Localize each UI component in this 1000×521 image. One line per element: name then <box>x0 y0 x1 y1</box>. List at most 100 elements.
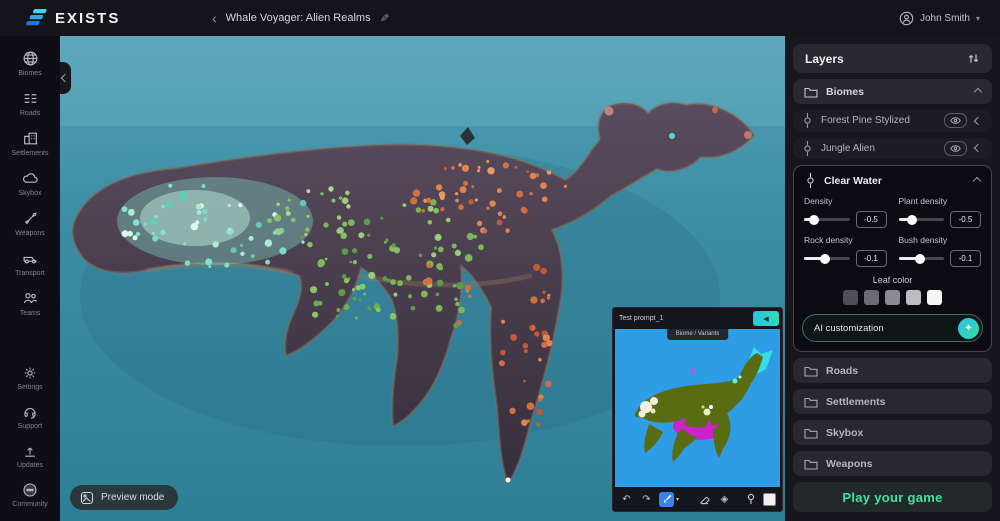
sort-icon[interactable] <box>967 52 980 65</box>
folder-icon <box>804 365 818 377</box>
ai-customization-input[interactable]: AI customization ✦ <box>802 314 983 342</box>
topbar: EXISTS ‹ Whale Voyager: Alien Realms ✎ J… <box>0 0 1000 36</box>
road-icon <box>22 90 39 107</box>
layer-expand-icon[interactable] <box>974 117 982 125</box>
leaf-color-swatch[interactable] <box>927 290 942 305</box>
layer-row-clear-water[interactable]: Clear Water <box>802 167 983 194</box>
brush-tool-button[interactable] <box>659 492 674 507</box>
active-color-swatch[interactable] <box>763 493 776 506</box>
redo-button[interactable]: ↷ <box>639 492 654 507</box>
project-title: Whale Voyager: Alien Realms <box>226 12 371 24</box>
world-viewport[interactable]: Preview mode Test prompt_1 ◀ Biome / Var… <box>60 36 785 521</box>
people-icon <box>22 290 39 307</box>
brush-icon <box>662 494 672 504</box>
leaf-color-swatch[interactable] <box>906 290 921 305</box>
section-biomes[interactable]: Biomes <box>793 79 992 104</box>
sword-icon <box>22 210 39 227</box>
density-slider[interactable] <box>804 218 850 221</box>
sidebar-item-roads[interactable]: Roads <box>0 84 60 124</box>
gear-icon <box>22 365 38 381</box>
sidebar-item-community[interactable]: Community <box>0 476 60 515</box>
slider-label: Plant density <box>899 196 982 206</box>
folder-icon <box>804 86 818 98</box>
visibility-toggle[interactable] <box>944 113 967 128</box>
exists-editor-app: EXISTS ‹ Whale Voyager: Alien Realms ✎ J… <box>0 0 1000 521</box>
sidebar-item-transport[interactable]: Transport <box>0 244 60 284</box>
leaf-color-swatch[interactable] <box>843 290 858 305</box>
eye-icon <box>950 145 961 152</box>
layer-expand-icon[interactable] <box>974 144 982 152</box>
prompt-send-button[interactable]: ◀ <box>753 311 779 326</box>
chevron-up-icon <box>974 87 982 95</box>
user-caret-icon: ▾ <box>976 14 980 23</box>
slider-block-rock-density: Rock density -0.1 <box>804 235 887 267</box>
biome-painter-panel: Test prompt_1 ◀ Biome / Variants <box>612 307 783 512</box>
sidebar-item-biomes[interactable]: Biomes <box>0 44 60 84</box>
sidebar-item-weapons[interactable]: Weapons <box>0 204 60 244</box>
sidebar-label: Roads <box>20 110 40 117</box>
leaf-color-swatch[interactable] <box>885 290 900 305</box>
brush-options-caret[interactable]: ▾ <box>676 496 679 503</box>
layer-row-forest-pine[interactable]: Forest Pine Stylized <box>793 110 992 132</box>
section-skybox[interactable]: Skybox <box>793 420 992 445</box>
fill-button[interactable]: ◈ <box>717 492 732 507</box>
folder-icon <box>804 427 818 439</box>
section-label: Roads <box>826 365 981 377</box>
undo-icon: ↶ <box>622 494 630 505</box>
sidebar-label: Biomes <box>18 70 41 77</box>
panel-collapse-handle[interactable] <box>60 62 71 94</box>
sidebar-label: Transport <box>15 270 45 277</box>
sidebar-item-settings[interactable]: Settings <box>0 359 60 398</box>
redo-icon: ↷ <box>642 494 650 505</box>
tools-sidebar: Biomes Roads Settlements Skybox Weapons <box>0 36 60 521</box>
section-label: Weapons <box>826 458 981 470</box>
section-roads[interactable]: Roads <box>793 358 992 383</box>
plant-density-value[interactable]: -0.5 <box>950 211 981 228</box>
eraser-button[interactable] <box>697 492 712 507</box>
rock-density-slider[interactable] <box>804 257 850 260</box>
plant-density-slider[interactable] <box>899 218 945 221</box>
rock-density-value[interactable]: -0.1 <box>856 250 887 267</box>
layer-commit-icon <box>805 173 816 188</box>
slider-label: Density <box>804 196 887 206</box>
user-avatar-icon <box>899 11 914 26</box>
bush-density-value[interactable]: -0.1 <box>950 250 981 267</box>
sidebar-label: Community <box>12 501 47 508</box>
sidebar-item-teams[interactable]: Teams <box>0 284 60 324</box>
bush-density-slider[interactable] <box>899 257 945 260</box>
layers-header: Layers <box>793 44 992 73</box>
ai-generate-button[interactable]: ✦ <box>958 318 979 339</box>
visibility-toggle[interactable] <box>944 141 967 156</box>
section-weapons[interactable]: Weapons <box>793 451 992 476</box>
sidebar-item-support[interactable]: Support <box>0 398 60 437</box>
clear-water-editor: Clear Water Density -0.5 Plant density -… <box>793 165 992 352</box>
user-menu[interactable]: John Smith ▾ <box>899 11 980 26</box>
play-your-game-button[interactable]: Play your game <box>793 482 992 512</box>
preview-mode-label: Preview mode <box>101 492 164 503</box>
slider-label: Bush density <box>899 235 982 245</box>
biome-paint-canvas[interactable]: Biome / Variants <box>615 329 780 487</box>
app-logo[interactable]: EXISTS <box>0 9 120 27</box>
sidebar-item-skybox[interactable]: Skybox <box>0 164 60 204</box>
section-label: Settlements <box>826 396 981 408</box>
density-value[interactable]: -0.5 <box>856 211 887 228</box>
sidebar-item-updates[interactable]: Updates <box>0 437 60 476</box>
folder-icon <box>804 396 818 408</box>
edit-title-icon[interactable]: ✎ <box>380 12 389 25</box>
leaf-color-swatch[interactable] <box>864 290 879 305</box>
pin-button[interactable] <box>743 492 758 507</box>
section-settlements[interactable]: Settlements <box>793 389 992 414</box>
slider-block-bush-density: Bush density -0.1 <box>899 235 982 267</box>
leaf-color-picker: Leaf color <box>802 267 983 305</box>
biome-variants-tab[interactable]: Biome / Variants <box>667 329 729 340</box>
layer-name: Forest Pine Stylized <box>821 115 936 126</box>
preview-mode-button[interactable]: Preview mode <box>70 485 178 510</box>
chevron-up-icon <box>973 176 981 184</box>
project-title-group: ‹ Whale Voyager: Alien Realms ✎ <box>212 11 389 25</box>
layer-row-jungle-alien[interactable]: Jungle Alien <box>793 138 992 160</box>
undo-button[interactable]: ↶ <box>619 492 634 507</box>
sidebar-label: Teams <box>20 310 41 317</box>
sidebar-item-settlements[interactable]: Settlements <box>0 124 60 164</box>
sidebar-label: Updates <box>17 462 43 469</box>
back-icon[interactable]: ‹ <box>212 11 217 25</box>
